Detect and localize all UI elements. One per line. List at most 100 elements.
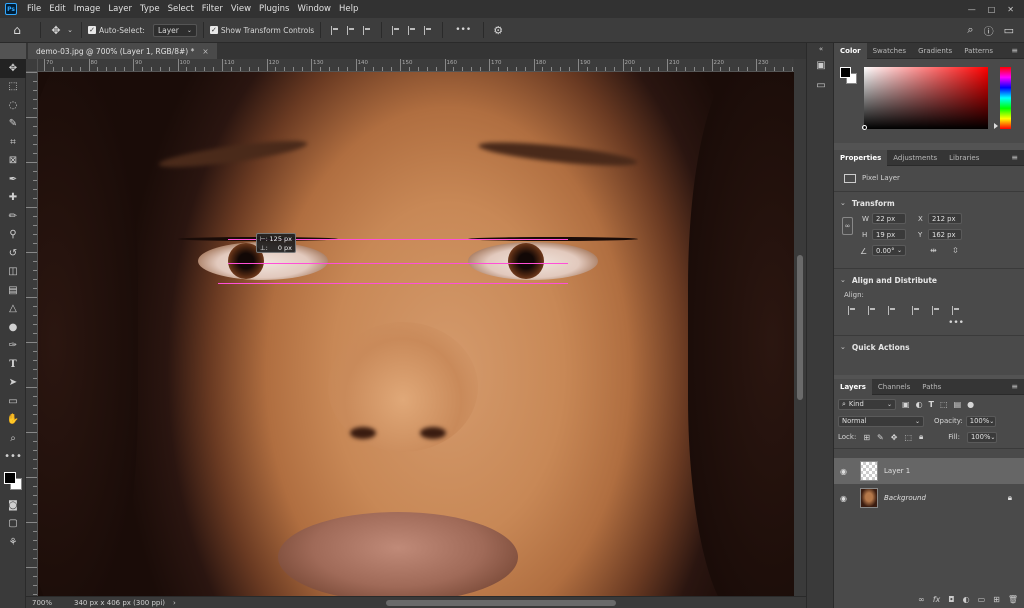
align-top-icon[interactable] xyxy=(912,305,920,315)
hand-tool-icon[interactable]: ✋ xyxy=(0,411,26,430)
filter-adjustment-icon[interactable]: ◐ xyxy=(916,400,923,409)
align-center-horizontal-icon[interactable] xyxy=(868,305,876,315)
blend-mode-dropdown[interactable]: Normal ⌄ xyxy=(838,415,924,427)
panel-menu-icon[interactable]: ≡ xyxy=(1011,46,1018,55)
tab-swatches[interactable]: Swatches xyxy=(867,43,912,59)
horizontal-scrollbar-thumb[interactable] xyxy=(386,600,616,606)
quick-actions-section-header[interactable]: ⌄ Quick Actions xyxy=(834,339,1024,355)
menu-window[interactable]: Window xyxy=(293,4,335,14)
tab-color[interactable]: Color xyxy=(834,42,867,59)
panel-menu-icon[interactable]: ≡ xyxy=(1011,153,1018,162)
move-tool-icon[interactable]: ✥ xyxy=(0,59,26,78)
close-icon[interactable]: × xyxy=(202,47,208,56)
align-top-edges-icon[interactable] xyxy=(392,25,400,35)
layer-mask-icon[interactable]: ◘ xyxy=(948,595,954,604)
path-selection-tool-icon[interactable]: ➤ xyxy=(0,374,26,393)
zoom-tool-icon[interactable]: ⌕ xyxy=(0,429,26,448)
history-panel-icon[interactable]: ▣ xyxy=(807,55,835,75)
chevron-double-icon[interactable]: « xyxy=(807,43,835,55)
align-horizontal-centers-icon[interactable] xyxy=(347,25,355,35)
rectangle-tool-icon[interactable]: ▭ xyxy=(0,392,26,411)
more-options-button[interactable]: ••• xyxy=(449,25,477,35)
marquee-tool-icon[interactable]: ⬚ xyxy=(0,78,26,97)
help-icon[interactable]: ⓘ xyxy=(984,23,994,38)
move-tool-icon[interactable]: ✥ xyxy=(47,24,65,37)
fill-field[interactable]: 100% ⌄ xyxy=(966,431,997,443)
link-icon[interactable]: ∞ xyxy=(842,217,853,235)
dodge-tool-icon[interactable]: ● xyxy=(0,318,26,337)
eraser-tool-icon[interactable]: ◫ xyxy=(0,263,26,282)
lock-all-icon[interactable]: 🔒︎ xyxy=(919,432,923,442)
new-layer-icon[interactable]: ⊞ xyxy=(993,595,1000,604)
filter-toggle-icon[interactable]: ● xyxy=(967,400,974,409)
layer-row-layer-1[interactable]: ◉ Layer 1 xyxy=(834,458,1024,484)
quick-mask-icon[interactable]: ◙ xyxy=(0,496,26,515)
lock-image-icon[interactable]: ✎ xyxy=(877,433,884,442)
quick-select-tool-icon[interactable]: ✎ xyxy=(0,115,26,134)
eyedropper-tool-icon[interactable]: ✒ xyxy=(0,170,26,189)
auto-select-dropdown[interactable]: Layer ⌄ xyxy=(152,23,197,37)
filter-type-icon[interactable]: T xyxy=(929,400,934,409)
menu-edit[interactable]: Edit xyxy=(45,4,69,14)
align-left-icon[interactable] xyxy=(848,305,856,315)
width-field[interactable]: 22 px xyxy=(872,213,906,224)
edit-toolbar-icon[interactable]: ••• xyxy=(0,448,26,467)
color-picker-marker[interactable] xyxy=(862,125,867,130)
lock-position-icon[interactable]: ✥ xyxy=(891,433,898,442)
lasso-tool-icon[interactable]: ◌ xyxy=(0,96,26,115)
align-left-edges-icon[interactable] xyxy=(331,25,339,35)
screen-mode-icon[interactable]: ▢ xyxy=(0,515,26,534)
align-middle-icon[interactable] xyxy=(932,305,940,315)
type-tool-icon[interactable]: T xyxy=(0,355,26,374)
filter-pixel-icon[interactable]: ▣ xyxy=(902,400,910,409)
delete-layer-icon[interactable]: 🗑︎ xyxy=(1008,595,1018,604)
auto-select-checkbox[interactable]: ✓ xyxy=(88,26,96,34)
tab-libraries[interactable]: Libraries xyxy=(943,150,985,166)
tab-channels[interactable]: Channels xyxy=(872,379,916,395)
align-section-header[interactable]: ⌄ Align and Distribute xyxy=(834,272,1024,288)
crop-tool-icon[interactable]: ⌗ xyxy=(0,133,26,152)
opacity-field[interactable]: 100% ⌄ xyxy=(965,415,996,427)
more-align-options[interactable]: ••• xyxy=(834,318,1024,332)
clone-stamp-tool-icon[interactable]: ⚲ xyxy=(0,226,26,245)
gradient-tool-icon[interactable]: ▤ xyxy=(0,281,26,300)
color-spectrum-field[interactable] xyxy=(864,67,988,129)
menu-image[interactable]: Image xyxy=(70,4,105,14)
frame-tool-icon[interactable]: ⊠ xyxy=(0,152,26,171)
home-icon[interactable]: ⌂ xyxy=(0,23,34,37)
maximize-icon[interactable]: □ xyxy=(988,5,996,14)
blur-tool-icon[interactable]: △ xyxy=(0,300,26,319)
gear-icon[interactable]: ⚙ xyxy=(490,24,506,37)
ruler-corner[interactable] xyxy=(26,59,38,72)
y-field[interactable]: 162 px xyxy=(928,229,962,240)
minimize-icon[interactable]: — xyxy=(968,5,976,14)
menu-plugins[interactable]: Plugins xyxy=(255,4,293,14)
search-icon[interactable]: ⌕ xyxy=(967,23,973,37)
layer-row-background[interactable]: ◉ Background 🔒︎ xyxy=(834,485,1024,511)
canvas[interactable]: ⊢: 125 px ⊥: 0 px xyxy=(38,72,794,596)
height-field[interactable]: 19 px xyxy=(872,229,906,240)
vertical-scrollbar-thumb[interactable] xyxy=(797,255,803,400)
hue-slider-handle[interactable] xyxy=(994,123,998,129)
filter-smart-object-icon[interactable]: ▤ xyxy=(954,400,962,409)
chevron-down-icon[interactable]: ⌄ xyxy=(65,26,75,34)
menu-file[interactable]: File xyxy=(23,4,45,14)
tab-paths[interactable]: Paths xyxy=(916,379,947,395)
chevron-right-icon[interactable]: › xyxy=(173,599,176,607)
menu-type[interactable]: Type xyxy=(136,4,164,14)
tab-adjustments[interactable]: Adjustments xyxy=(887,150,943,166)
menu-filter[interactable]: Filter xyxy=(198,4,227,14)
document-tab[interactable]: demo-03.jpg @ 700% (Layer 1, RGB/8#) * × xyxy=(28,43,217,59)
healing-brush-tool-icon[interactable]: ✚ xyxy=(0,189,26,208)
tab-patterns[interactable]: Patterns xyxy=(958,43,999,59)
vertical-ruler[interactable] xyxy=(26,72,38,596)
color-swatches[interactable] xyxy=(0,466,25,496)
zoom-level[interactable]: 700% xyxy=(26,599,66,607)
tab-properties[interactable]: Properties xyxy=(834,149,888,166)
layer-filter-dropdown[interactable]: ⌕ Kind ⌄ xyxy=(838,398,896,410)
eye-icon[interactable]: ◉ xyxy=(840,494,854,503)
align-bottom-edges-icon[interactable] xyxy=(424,25,432,35)
menu-layer[interactable]: Layer xyxy=(104,4,136,14)
align-vertical-centers-icon[interactable] xyxy=(408,25,416,35)
menu-help[interactable]: Help xyxy=(335,4,362,14)
